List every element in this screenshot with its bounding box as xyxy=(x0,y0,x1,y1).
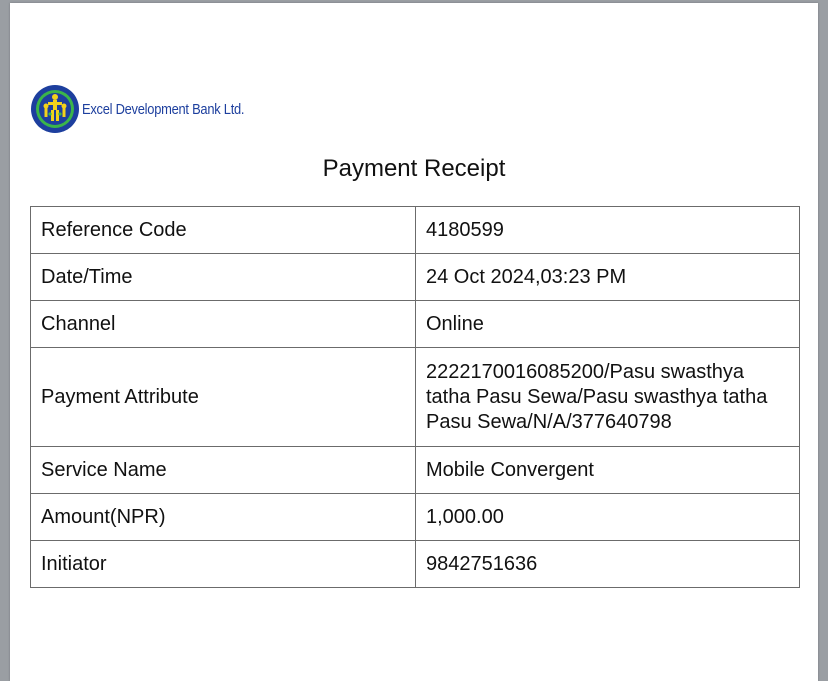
receipt-page: Excel Development Bank Ltd. Payment Rece… xyxy=(10,3,818,681)
table-row: Payment Attribute 2222170016085200/Pasu … xyxy=(30,347,800,447)
bank-name: Excel Development Bank Ltd. xyxy=(82,100,245,118)
table-row: Channel Online xyxy=(30,300,800,348)
row-label: Service Name xyxy=(30,446,416,494)
table-row: Service Name Mobile Convergent xyxy=(30,446,800,494)
row-value: 1,000.00 xyxy=(415,493,800,541)
table-row: Date/Time 24 Oct 2024,03:23 PM xyxy=(30,253,800,301)
row-label: Channel xyxy=(30,300,416,348)
row-label: Amount(NPR) xyxy=(30,493,416,541)
row-value: Online xyxy=(415,300,800,348)
receipt-table: Reference Code 4180599 Date/Time 24 Oct … xyxy=(30,206,800,588)
table-row: Amount(NPR) 1,000.00 xyxy=(30,493,800,541)
row-value: 9842751636 xyxy=(415,540,800,588)
row-value: 24 Oct 2024,03:23 PM xyxy=(415,253,800,301)
row-value: Mobile Convergent xyxy=(415,446,800,494)
row-label: Date/Time xyxy=(30,253,416,301)
table-row: Reference Code 4180599 xyxy=(30,206,800,254)
row-label: Payment Attribute xyxy=(30,347,416,447)
receipt-title: Payment Receipt xyxy=(322,155,506,182)
bank-logo-icon xyxy=(31,85,79,133)
row-value: 2222170016085200/Pasu swasthya tatha Pas… xyxy=(415,347,800,447)
row-value: 4180599 xyxy=(415,206,800,254)
bank-logo: Excel Development Bank Ltd. xyxy=(30,83,271,135)
row-label: Initiator xyxy=(30,540,416,588)
row-label: Reference Code xyxy=(30,206,416,254)
table-row: Initiator 9842751636 xyxy=(30,540,800,588)
